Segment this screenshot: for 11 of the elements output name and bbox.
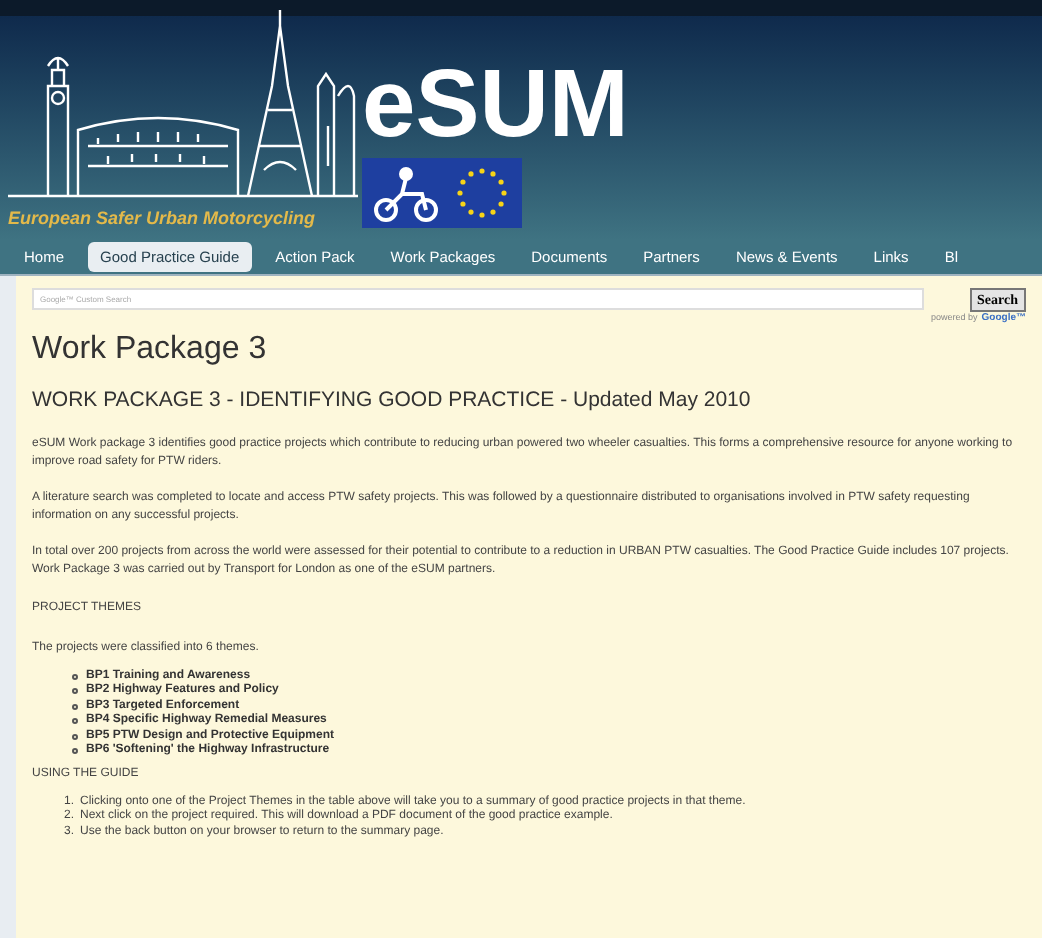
bullet-icon: [72, 703, 78, 709]
bullet-icon: [72, 688, 78, 694]
motorcycle-flag-badge-icon: [362, 158, 522, 228]
bullet-icon: [72, 748, 78, 754]
bullet-icon: [72, 718, 78, 724]
site-tagline: European Safer Urban Motorcycling: [8, 205, 318, 232]
site-logo-text: eSUM: [362, 58, 629, 154]
page-title: Work Package 3: [32, 331, 269, 367]
page-heading: WORK PACKAGE 3 - IDENTIFYING GOOD PRACTICE - Updated May 2010: [32, 385, 753, 415]
bullet-icon: [72, 673, 78, 679]
bullet-icon: [72, 733, 78, 739]
